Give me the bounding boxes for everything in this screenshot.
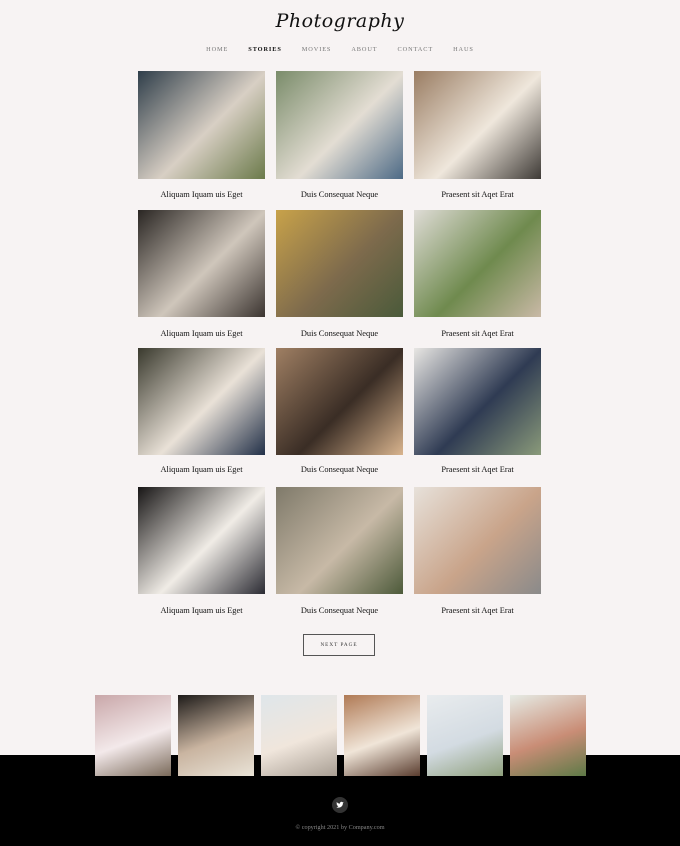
story-photo[interactable] [138, 348, 265, 455]
story-photo[interactable] [276, 71, 403, 179]
story-card[interactable]: Duis Consequat Neque [276, 210, 403, 338]
story-caption[interactable]: Aliquam Iquam uis Eget [138, 329, 265, 338]
story-photo[interactable] [138, 71, 265, 179]
instagram-thumb[interactable] [510, 695, 586, 776]
story-caption[interactable]: Praesent sit Aqet Erat [414, 329, 541, 338]
story-card[interactable]: Duis Consequat Neque [276, 348, 403, 474]
story-caption[interactable]: Duis Consequat Neque [276, 465, 403, 474]
story-card[interactable]: Aliquam Iquam uis Eget [138, 210, 265, 338]
story-card[interactable]: Praesent sit Aqet Erat [414, 487, 541, 615]
nav-item-contact[interactable]: CONTACT [388, 46, 444, 53]
story-photo[interactable] [138, 487, 265, 594]
story-caption[interactable]: Praesent sit Aqet Erat [414, 465, 541, 474]
story-photo[interactable] [138, 210, 265, 317]
next-page-button[interactable]: NEXT PAGE [303, 634, 375, 656]
main-nav: HOME STORIES MOVIES ABOUT CONTACT HAUS [0, 46, 680, 53]
story-caption[interactable]: Praesent sit Aqet Erat [414, 190, 541, 199]
nav-item-stories[interactable]: STORIES [238, 46, 292, 53]
instagram-strip [95, 695, 586, 776]
instagram-thumb[interactable] [261, 695, 337, 776]
story-card[interactable]: Duis Consequat Neque [276, 71, 403, 199]
story-photo[interactable] [414, 487, 541, 594]
story-caption[interactable]: Duis Consequat Neque [276, 606, 403, 615]
site-logo[interactable]: Photography [0, 10, 680, 32]
instagram-thumb[interactable] [178, 695, 254, 776]
story-card[interactable]: Duis Consequat Neque [276, 487, 403, 615]
story-card[interactable]: Aliquam Iquam uis Eget [138, 71, 265, 199]
nav-item-haus[interactable]: HAUS [443, 46, 484, 53]
nav-item-movies[interactable]: MOVIES [292, 46, 342, 53]
story-photo[interactable] [276, 348, 403, 455]
story-card[interactable]: Praesent sit Aqet Erat [414, 210, 541, 338]
story-card[interactable]: Praesent sit Aqet Erat [414, 71, 541, 199]
nav-item-about[interactable]: ABOUT [341, 46, 387, 53]
nav-item-home[interactable]: HOME [196, 46, 238, 53]
story-caption[interactable]: Aliquam Iquam uis Eget [138, 606, 265, 615]
story-caption[interactable]: Duis Consequat Neque [276, 329, 403, 338]
story-photo[interactable] [414, 71, 541, 179]
story-photo[interactable] [276, 210, 403, 317]
story-caption[interactable]: Praesent sit Aqet Erat [414, 606, 541, 615]
instagram-thumb[interactable] [427, 695, 503, 776]
story-caption[interactable]: Aliquam Iquam uis Eget [138, 465, 265, 474]
instagram-thumb[interactable] [95, 695, 171, 776]
instagram-thumb[interactable] [344, 695, 420, 776]
story-photo[interactable] [414, 210, 541, 317]
story-photo[interactable] [276, 487, 403, 594]
story-card[interactable]: Praesent sit Aqet Erat [414, 348, 541, 474]
story-caption[interactable]: Duis Consequat Neque [276, 190, 403, 199]
story-photo[interactable] [414, 348, 541, 455]
twitter-icon[interactable] [332, 797, 348, 813]
story-card[interactable]: Aliquam Iquam uis Eget [138, 487, 265, 615]
story-card[interactable]: Aliquam Iquam uis Eget [138, 348, 265, 474]
copyright-text: © copyright 2021 by Company.com [295, 824, 385, 831]
story-caption[interactable]: Aliquam Iquam uis Eget [138, 190, 265, 199]
